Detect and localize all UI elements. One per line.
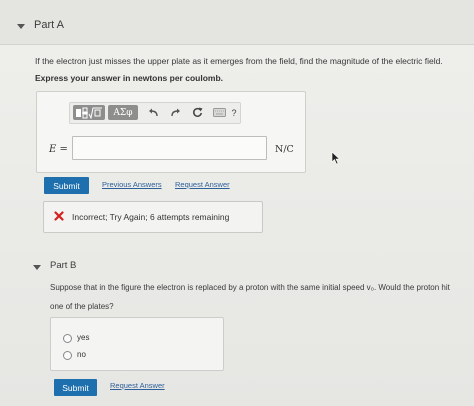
incorrect-x-icon bbox=[54, 211, 64, 221]
part-b-title[interactable]: Part B bbox=[50, 260, 76, 271]
templates-button[interactable] bbox=[73, 105, 105, 120]
variable-label: E = bbox=[49, 144, 68, 155]
redo-icon bbox=[170, 108, 180, 116]
part-b-request-answer-link[interactable]: Request Answer bbox=[110, 381, 165, 390]
greek-symbols-button[interactable]: ΑΣφ bbox=[108, 105, 138, 120]
page: Part A If the electron just misses the u… bbox=[0, 0, 474, 406]
previous-answers-link[interactable]: Previous Answers bbox=[102, 180, 162, 189]
part-a-title[interactable]: Part A bbox=[34, 19, 64, 31]
fraction-root-icon bbox=[76, 107, 102, 119]
option-no-label[interactable]: no bbox=[77, 350, 86, 359]
part-b-question-line1: Suppose that in the figure the electron … bbox=[50, 283, 450, 292]
help-button[interactable]: ? bbox=[228, 105, 240, 120]
feedback-box: Incorrect; Try Again; 6 attempts remaini… bbox=[43, 201, 263, 233]
part-a-submit-button[interactable]: Submit bbox=[44, 177, 89, 194]
part-b-submit-button[interactable]: Submit bbox=[54, 379, 97, 396]
top-band bbox=[0, 0, 474, 45]
collapse-caret-part-b[interactable] bbox=[33, 265, 41, 270]
reset-button[interactable] bbox=[190, 105, 204, 120]
part-a-instruction: Express your answer in newtons per coulo… bbox=[35, 73, 223, 83]
undo-icon bbox=[148, 108, 158, 116]
answer-input[interactable] bbox=[72, 136, 267, 160]
feedback-text: Incorrect; Try Again; 6 attempts remaini… bbox=[72, 212, 230, 222]
keyboard-button[interactable] bbox=[212, 105, 226, 120]
answer-box: ΑΣφ ? E = N/C bbox=[36, 91, 306, 173]
unit-label: N/C bbox=[275, 144, 294, 155]
part-b-question-line2: one of the plates? bbox=[50, 302, 114, 311]
part-a-request-answer-link[interactable]: Request Answer bbox=[175, 180, 230, 189]
option-yes-label[interactable]: yes bbox=[77, 333, 89, 342]
redo-button[interactable] bbox=[168, 105, 182, 120]
undo-button[interactable] bbox=[146, 105, 160, 120]
mouse-cursor-icon bbox=[331, 151, 341, 165]
radio-no[interactable] bbox=[63, 351, 72, 360]
collapse-caret-part-a[interactable] bbox=[17, 24, 25, 29]
radio-yes[interactable] bbox=[63, 334, 72, 343]
part-a-question: If the electron just misses the upper pl… bbox=[35, 56, 443, 66]
math-toolbar: ΑΣφ ? bbox=[69, 102, 241, 124]
options-box: yes no bbox=[50, 317, 224, 371]
reset-icon bbox=[192, 107, 202, 117]
keyboard-icon bbox=[212, 108, 226, 117]
